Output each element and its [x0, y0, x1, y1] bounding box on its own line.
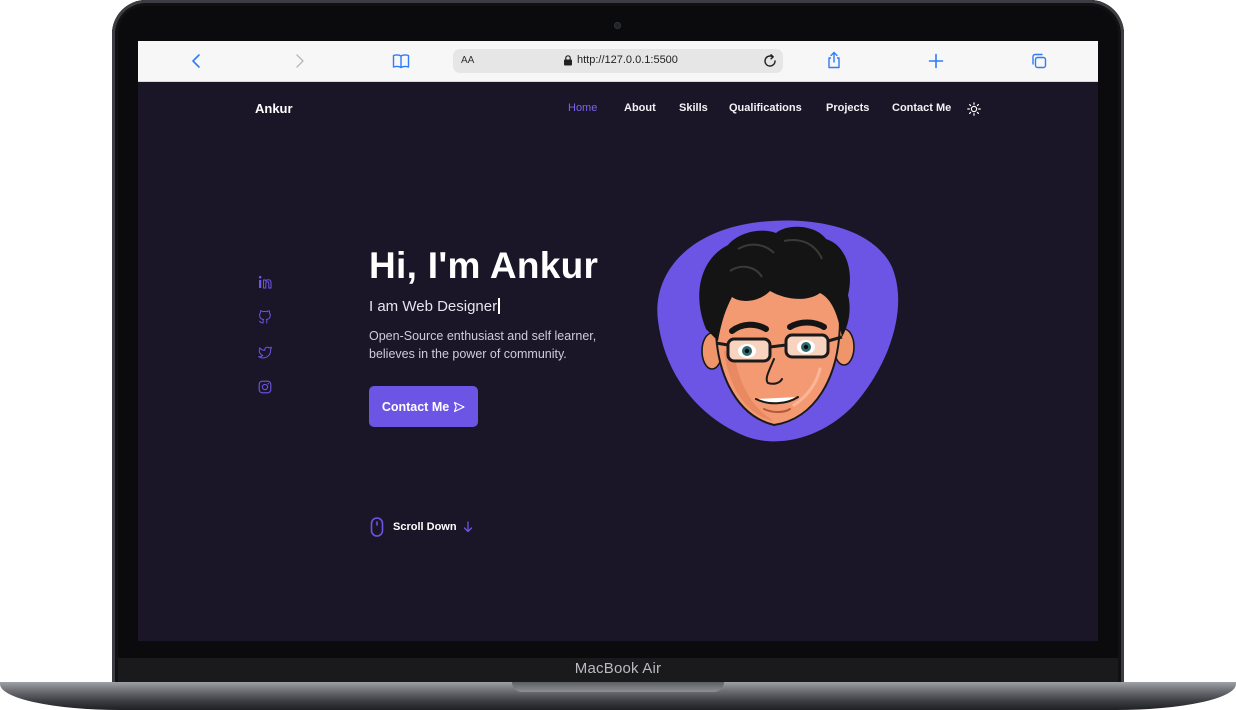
site-brand[interactable]: Ankur: [255, 101, 293, 116]
hero-description: Open-Source enthusiast and self learner,…: [369, 327, 639, 363]
sun-theme-toggle-icon[interactable]: [967, 102, 981, 116]
scroll-down-link[interactable]: Scroll Down: [370, 517, 473, 537]
hero-description-line: believes in the power of community.: [369, 347, 567, 361]
forward-icon[interactable]: [290, 52, 308, 70]
nav-contact-me[interactable]: Contact Me: [892, 102, 951, 114]
nav-skills[interactable]: Skills: [679, 102, 708, 114]
screen: AA http://127.0.0.1:5500 Ankur Home Abou…: [138, 41, 1098, 641]
laptop-notch: [512, 682, 724, 692]
nav-about[interactable]: About: [624, 102, 656, 114]
scroll-down-label: Scroll Down: [393, 521, 457, 533]
contact-me-button-label: Contact Me: [381, 399, 450, 414]
hero-description-line: Open-Source enthusiast and self learner,: [369, 329, 597, 343]
share-icon[interactable]: [825, 51, 843, 69]
nav-qualifications[interactable]: Qualifications: [729, 102, 802, 114]
typing-caret: [498, 298, 501, 314]
mouse-icon: [370, 517, 384, 537]
browser-toolbar: AA http://127.0.0.1:5500: [138, 41, 1098, 82]
avatar: [657, 220, 899, 442]
lock-icon: [564, 55, 572, 66]
hero-subtitle: I am Web Designer: [369, 298, 501, 315]
instagram-icon[interactable]: [258, 380, 272, 394]
send-icon: [454, 401, 465, 412]
github-icon[interactable]: [258, 310, 272, 324]
back-icon[interactable]: [188, 52, 206, 70]
camera: [614, 22, 621, 29]
reload-icon[interactable]: [762, 53, 778, 69]
arrow-down-icon: [463, 521, 472, 533]
hero-subtitle-text: I am Web Designer: [369, 298, 498, 315]
nav-home[interactable]: Home: [568, 102, 597, 114]
twitter-icon[interactable]: [258, 345, 272, 359]
contact-me-button[interactable]: Contact Me: [369, 386, 478, 427]
text-size-button[interactable]: AA: [461, 55, 474, 66]
tabs-overview-icon[interactable]: [1030, 52, 1048, 70]
nav-projects[interactable]: Projects: [826, 102, 869, 114]
hero-title: Hi, I'm Ankur: [369, 245, 599, 286]
device-model-label: MacBook Air: [574, 660, 662, 677]
url-text: http://127.0.0.1:5500: [577, 54, 678, 66]
linkedin-icon[interactable]: [258, 275, 272, 289]
bookmarks-book-icon[interactable]: [392, 52, 410, 70]
new-tab-plus-icon[interactable]: [927, 52, 945, 70]
address-bar[interactable]: AA http://127.0.0.1:5500: [453, 49, 783, 73]
